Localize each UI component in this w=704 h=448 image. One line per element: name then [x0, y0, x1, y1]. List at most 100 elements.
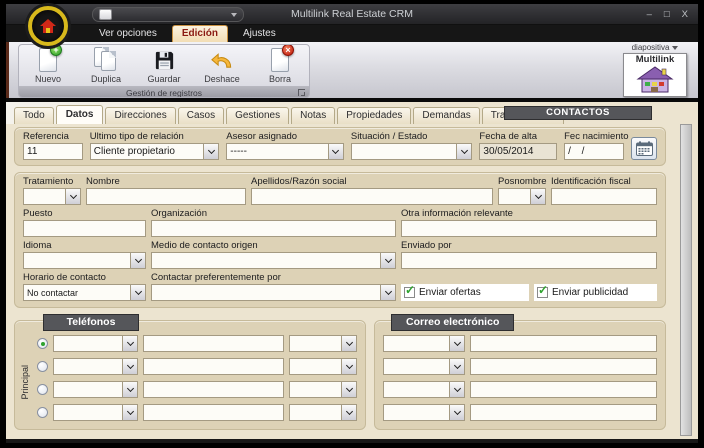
tabstrip: Todo Datos Direcciones Casos Gestiones N… — [6, 102, 698, 124]
phone-ext-select[interactable] — [289, 381, 357, 398]
phone-type-select[interactable] — [53, 358, 138, 375]
situacion-select[interactable] — [350, 143, 473, 160]
chevron-down-icon — [449, 405, 464, 420]
menubar: Ver opciones Edición Ajustes — [6, 25, 698, 42]
form-content: Referencia 11 Ultimo tipo de relación Cl… — [6, 124, 698, 439]
tab-todo[interactable]: Todo — [14, 107, 54, 124]
chevron-down-icon — [380, 285, 395, 300]
phone-type-select[interactable] — [53, 335, 138, 352]
chevron-down-icon — [449, 336, 464, 351]
minimize-button[interactable]: – — [647, 9, 652, 20]
idioma-select[interactable] — [23, 252, 146, 269]
calendar-button[interactable] — [631, 137, 658, 160]
enviar-publicidad-checkbox[interactable]: ✓ Enviar publicidad — [534, 284, 657, 301]
phone-number-input[interactable] — [143, 381, 284, 398]
phone-number-input[interactable] — [143, 404, 284, 421]
identificacion-fiscal-input[interactable] — [551, 188, 657, 205]
email-address-input[interactable] — [470, 381, 657, 398]
app-window: Multilink Real Estate CRM – □ X Ver opci… — [6, 4, 698, 443]
phone-type-select[interactable] — [53, 404, 138, 421]
chevron-down-icon — [341, 382, 356, 397]
email-type-select[interactable] — [383, 381, 465, 398]
tipo-relacion-select[interactable]: Cliente propietario — [89, 143, 220, 160]
tab-datos[interactable]: Datos — [55, 105, 104, 124]
panel-telefonos: Teléfonos Principal — [14, 314, 366, 430]
tab-direcciones[interactable]: Direcciones — [105, 107, 176, 124]
enviado-por-input[interactable] — [401, 252, 657, 269]
nombre-input[interactable] — [86, 188, 246, 205]
dialog-launcher-icon[interactable] — [298, 89, 305, 96]
horario-contacto-select[interactable]: No contactar — [23, 284, 146, 301]
menu-edicion[interactable]: Edición — [171, 25, 228, 42]
phone-ext-select[interactable] — [289, 358, 357, 375]
phone-row — [37, 381, 357, 398]
chevron-down-icon — [122, 405, 137, 420]
app-logo-icon[interactable] — [28, 6, 68, 46]
menu-ajustes[interactable]: Ajustes — [234, 26, 285, 42]
puesto-input[interactable] — [23, 220, 146, 237]
tab-demandas[interactable]: Demandas — [413, 107, 480, 124]
chevron-down-icon — [203, 144, 219, 159]
posnombre-select[interactable] — [498, 188, 546, 205]
chevron-down-icon — [456, 144, 472, 159]
borra-button[interactable]: × Borra — [253, 45, 307, 84]
phone-ext-select[interactable] — [289, 335, 357, 352]
referencia-input[interactable]: 11 — [23, 143, 83, 160]
phone-number-input[interactable] — [143, 335, 284, 352]
correo-header: Correo electrónico — [391, 314, 515, 331]
tab-casos[interactable]: Casos — [177, 107, 225, 124]
email-row — [383, 358, 657, 375]
tab-notas[interactable]: Notas — [291, 107, 336, 124]
tratamiento-select[interactable] — [23, 188, 81, 205]
phone-row — [37, 358, 357, 375]
deshace-button[interactable]: Deshace — [195, 47, 249, 84]
email-row — [383, 335, 657, 352]
email-address-input[interactable] — [470, 335, 657, 352]
ribbon-group-gestion: + Nuevo Duplica Guardar Deshace × Borra … — [18, 44, 310, 98]
chevron-down-icon — [122, 336, 137, 351]
titlebar: Multilink Real Estate CRM – □ X — [6, 4, 698, 46]
phone-row — [37, 404, 357, 421]
fecha-alta-input: 30/05/2014 — [479, 143, 558, 160]
chevron-down-icon — [341, 405, 356, 420]
checkbox-checked-icon: ✓ — [404, 283, 416, 298]
email-type-select[interactable] — [383, 335, 465, 352]
phone-type-select[interactable] — [53, 381, 138, 398]
email-type-select[interactable] — [383, 358, 465, 375]
new-page-icon: + — [39, 45, 62, 72]
fec-nacimiento-input[interactable]: / / — [564, 143, 625, 160]
phone-principal-radio[interactable] — [37, 407, 48, 418]
nuevo-button[interactable]: + Nuevo — [21, 45, 75, 84]
enviar-ofertas-checkbox[interactable]: ✓ Enviar ofertas — [401, 284, 529, 301]
tab-propiedades[interactable]: Propiedades — [337, 107, 412, 124]
close-button[interactable]: X — [682, 9, 688, 20]
chevron-down-icon — [122, 382, 137, 397]
medio-contacto-select[interactable] — [151, 252, 396, 269]
menu-ver-opciones[interactable]: Ver opciones — [90, 26, 166, 42]
slide-dropdown[interactable]: diapositiva — [618, 42, 692, 53]
chevron-down-icon — [449, 382, 464, 397]
guardar-button[interactable]: Guardar — [137, 47, 191, 84]
email-address-input[interactable] — [470, 358, 657, 375]
phone-principal-radio[interactable] — [37, 384, 48, 395]
organizacion-input[interactable] — [151, 220, 396, 237]
calendar-icon — [635, 141, 653, 156]
apellidos-input[interactable] — [251, 188, 493, 205]
phone-principal-radio[interactable] — [37, 338, 48, 349]
panel-identificacion: Referencia 11 Ultimo tipo de relación Cl… — [14, 127, 666, 166]
phone-principal-radio[interactable] — [37, 361, 48, 372]
checkbox-checked-icon: ✓ — [537, 283, 549, 298]
email-type-select[interactable] — [383, 404, 465, 421]
tab-gestiones[interactable]: Gestiones — [226, 107, 290, 124]
asesor-select[interactable]: ----- — [226, 143, 344, 160]
email-address-input[interactable] — [470, 404, 657, 421]
duplica-button[interactable]: Duplica — [79, 47, 133, 84]
maximize-button[interactable]: □ — [664, 9, 670, 20]
chevron-down-icon — [530, 189, 545, 204]
phone-ext-select[interactable] — [289, 404, 357, 421]
contactar-preferentemente-select[interactable] — [151, 284, 396, 301]
chevron-down-icon — [449, 359, 464, 374]
undo-arrow-icon — [209, 47, 235, 73]
otra-informacion-input[interactable] — [401, 220, 657, 237]
phone-number-input[interactable] — [143, 358, 284, 375]
